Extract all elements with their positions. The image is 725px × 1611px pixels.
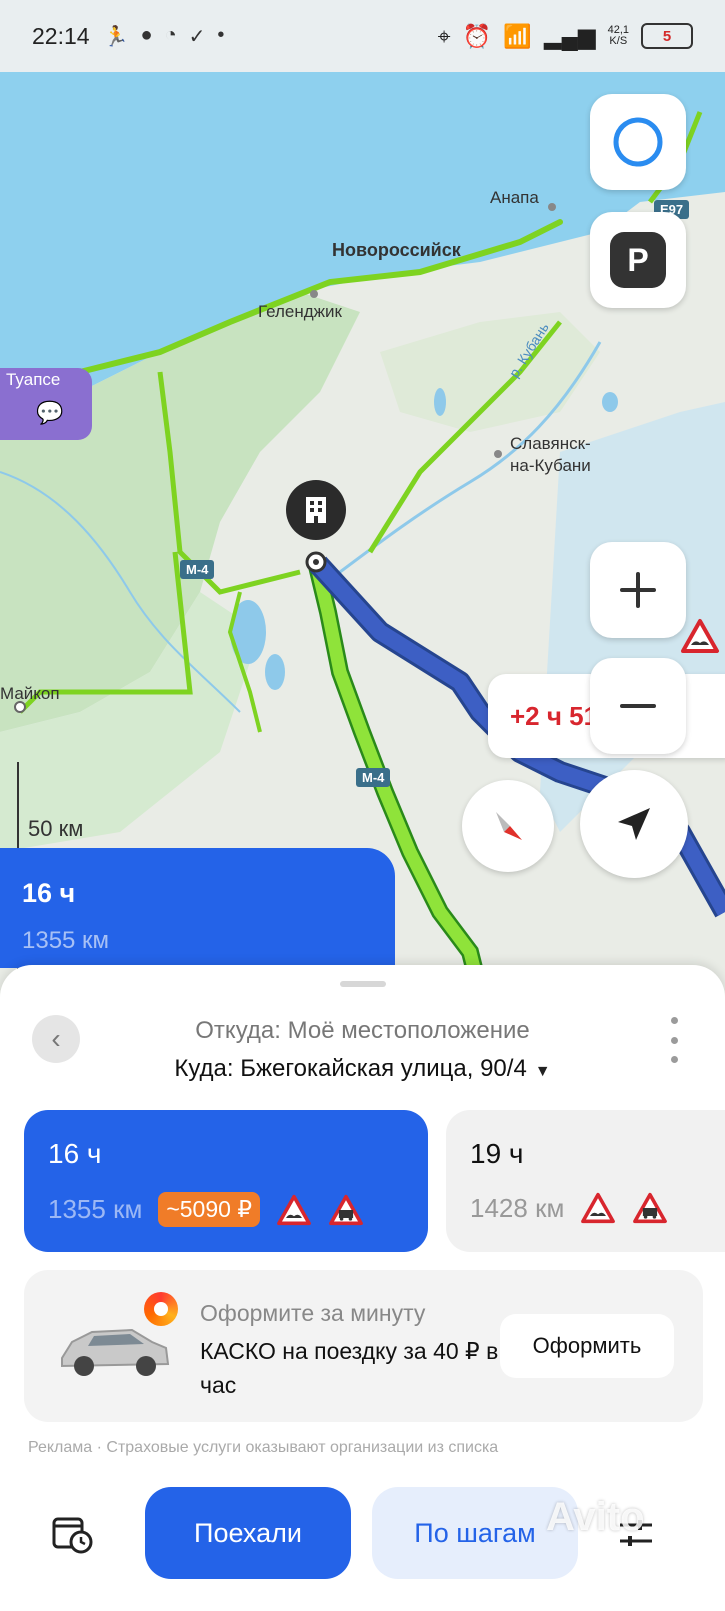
status-bar: 22:14 🏃 ● ◔ ✓ • ⌖ ⏰ 📶 ▂▄▆ 42,1 K/S 5 bbox=[0, 0, 725, 72]
speed-bump-warning-icon bbox=[581, 1192, 616, 1224]
ad-subtitle: Оформите за минуту bbox=[200, 1300, 426, 1326]
net-speed: 42,1 K/S bbox=[607, 24, 629, 47]
plus-icon bbox=[620, 572, 656, 608]
route-from[interactable]: Откуда: Моё местоположение bbox=[0, 1017, 725, 1045]
location-icon: ⌖ bbox=[437, 22, 451, 49]
route-sheet: ‹ Откуда: Моё местоположение Куда: Бжего… bbox=[0, 965, 725, 1611]
compass-button[interactable] bbox=[462, 780, 554, 872]
compass-icon bbox=[496, 812, 522, 840]
battery-indicator: 5 bbox=[641, 23, 693, 49]
parking-icon: P bbox=[610, 232, 666, 288]
alice-icon bbox=[613, 117, 663, 167]
calendar-clock-icon bbox=[52, 1517, 93, 1554]
ad-cta-button[interactable]: Оформить bbox=[500, 1314, 674, 1378]
avito-watermark: Avito bbox=[546, 1495, 645, 1539]
toll-badge: ~5090 ₽ bbox=[158, 1192, 260, 1227]
zoom-out-button[interactable] bbox=[590, 658, 686, 754]
dot-icon: • bbox=[217, 23, 225, 46]
railway-crossing-warning-icon bbox=[329, 1194, 363, 1225]
sheet-grabber[interactable] bbox=[340, 981, 386, 987]
chat-icon: ◔ bbox=[164, 23, 177, 46]
city-novorossiysk: Новороссийск bbox=[332, 240, 461, 260]
clock: 22:14 bbox=[32, 22, 90, 49]
schedule-button[interactable] bbox=[44, 1505, 100, 1561]
scale-label: 50 км bbox=[28, 816, 84, 841]
caret-down-icon: ▼ bbox=[534, 1063, 551, 1080]
ad-disclaimer: Реклама · Страховые услуги оказывают орг… bbox=[28, 1439, 499, 1456]
map-view[interactable]: Анапа Новороссийск Геленджик Славянск- н… bbox=[0, 72, 725, 992]
road-m4-shield: М-4 bbox=[356, 768, 391, 787]
alarm-icon: ⏰ bbox=[462, 22, 492, 49]
city-gelendzhik: Геленджик bbox=[258, 302, 342, 321]
route-option-1[interactable]: 16 ч 1355 км ~5090 ₽ bbox=[24, 1110, 428, 1252]
city-anapa: Анапа bbox=[490, 188, 539, 207]
signal-icon: ▂▄▆ bbox=[543, 22, 596, 49]
railway-crossing-warning-icon bbox=[633, 1192, 668, 1224]
check-icon: ✓ bbox=[188, 25, 206, 48]
parking-button[interactable]: P bbox=[590, 212, 686, 308]
city-slavyansk-line2: на-Кубани bbox=[510, 456, 591, 475]
route-peek-card[interactable]: 16 ч 1355 км bbox=[0, 848, 395, 968]
route-option-2[interactable]: 19 ч 1428 км bbox=[446, 1110, 725, 1252]
insurance-ad[interactable]: Оформите за минуту КАСКО на поездку за 4… bbox=[24, 1270, 703, 1422]
city-slavyansk: Славянск- bbox=[510, 434, 591, 453]
warning-road-icon bbox=[681, 619, 719, 653]
navigation-arrow-icon bbox=[618, 808, 650, 840]
road-m4-shield: М-4 bbox=[180, 560, 215, 579]
wifi-icon: 📶 bbox=[503, 22, 532, 49]
poi-tuapse[interactable]: Туапсе 💬 bbox=[0, 368, 92, 440]
ad-title: КАСКО на поездку за 40 ₽ в час bbox=[200, 1338, 499, 1398]
building-icon bbox=[306, 497, 326, 523]
zoom-in-button[interactable] bbox=[590, 542, 686, 638]
chat-bubble-icon: 💬 bbox=[36, 400, 64, 425]
insurer-logo-icon bbox=[144, 1292, 178, 1326]
assistant-button[interactable] bbox=[590, 94, 686, 190]
notification-icon: ● bbox=[140, 23, 153, 46]
speed-bump-warning-icon bbox=[277, 1194, 311, 1225]
activity-icon: 🏃 bbox=[103, 25, 129, 48]
go-button[interactable]: Поехали bbox=[145, 1487, 351, 1579]
destination-pin[interactable] bbox=[286, 480, 346, 540]
minus-icon bbox=[620, 704, 656, 708]
route-to[interactable]: Куда: Бжегокайская улица, 90/4 ▼ bbox=[0, 1055, 725, 1083]
city-maykop: Майкоп bbox=[0, 684, 60, 703]
my-location-button[interactable] bbox=[580, 770, 688, 878]
